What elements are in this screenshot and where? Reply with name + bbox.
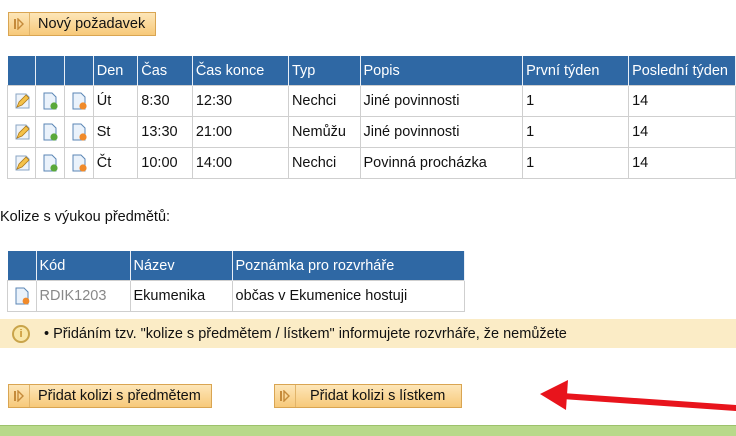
delete-doc-icon-cell[interactable] (64, 147, 94, 179)
new-request-label: Nový požadavek (38, 16, 146, 32)
copy-doc-icon[interactable] (41, 92, 59, 110)
header-cas: Čas (137, 56, 193, 86)
copy-doc-icon-cell[interactable] (35, 85, 66, 117)
copy-doc-icon-cell[interactable] (35, 147, 66, 179)
copy-doc-icon[interactable] (41, 154, 59, 172)
info-icon: i (12, 324, 30, 343)
edit-icon-cell[interactable] (6, 85, 37, 117)
info-bar: i • Přidáním tzv. "kolize s předmětem / … (0, 319, 736, 348)
add-subject-collision-label: Přidat kolizi s předmětem (38, 388, 201, 404)
delete-doc-icon[interactable] (70, 123, 88, 141)
cell-den: St (92, 116, 139, 148)
cell-den: Čt (92, 147, 139, 179)
cell-posledni: 14 (628, 85, 736, 117)
edit-icon[interactable] (13, 92, 31, 110)
cell-cas: 8:30 (137, 85, 193, 117)
add-ticket-collision-button[interactable]: Přidat kolizi s lístkem (274, 384, 463, 408)
cell-cas: 10:00 (137, 147, 193, 179)
cell-konec: 21:00 (191, 116, 289, 148)
cell-cas: 13:30 (137, 116, 193, 148)
edit-icon[interactable] (13, 123, 31, 141)
cell-posledni: 14 (628, 116, 736, 148)
header-prvni-tyden: První týden (522, 56, 630, 86)
collision-heading: Kolize s výukou předmětů: (0, 209, 171, 225)
copy-doc-icon-cell[interactable] (35, 116, 66, 148)
header-nazev: Název (130, 251, 233, 281)
cell-posledni: 14 (628, 147, 736, 179)
cell-popis: Povinná procházka (359, 147, 524, 179)
subjects-table: Kód Název Poznámka pro rozvrháře RDIK120… (7, 251, 465, 312)
edit-icon-cell[interactable] (6, 147, 37, 179)
play-icon (9, 13, 30, 35)
edit-icon-cell[interactable] (6, 116, 37, 148)
cell-prvni: 1 (522, 147, 630, 179)
header-poznamka: Poznámka pro rozvrháře (232, 251, 465, 281)
new-request-button[interactable]: Nový požadavek (8, 12, 157, 36)
header-icon-col (7, 251, 37, 281)
delete-doc-icon[interactable] (70, 92, 88, 110)
row-icon-cell[interactable] (7, 280, 37, 312)
header-icon-col (35, 56, 66, 86)
cell-typ: Nechci (287, 85, 361, 117)
cell-konec: 12:30 (191, 85, 289, 117)
delete-doc-icon-cell[interactable] (64, 85, 94, 117)
requests-header-row: Den Čas Čas konce Typ Popis První týden … (7, 56, 736, 86)
subject-name: Ekumenika (129, 280, 233, 312)
delete-doc-icon[interactable] (70, 154, 88, 172)
subjects-header-row: Kód Název Poznámka pro rozvrháře (7, 251, 465, 281)
cell-popis: Jiné povinnosti (359, 85, 524, 117)
subject-note: občas v Ekumenice hostuji (231, 280, 465, 312)
cell-den: Út (92, 85, 139, 117)
arrow-annotation (540, 380, 736, 411)
cell-prvni: 1 (522, 116, 630, 148)
cell-prvni: 1 (522, 85, 630, 117)
copy-doc-icon[interactable] (41, 123, 59, 141)
header-posledni-tyden: Poslední týden (628, 56, 736, 86)
add-ticket-collision-label: Přidat kolizi s lístkem (310, 388, 446, 404)
play-icon (9, 385, 30, 407)
header-typ: Typ (288, 56, 361, 86)
header-icon-col (7, 56, 37, 86)
table-row: Čt 10:00 14:00 Nechci Povinná procházka 1 14 (6, 147, 736, 179)
table-row: St 13:30 21:00 Nemůžu Jiné povinnosti 1 14 (6, 116, 736, 148)
play-icon (275, 385, 296, 407)
header-popis: Popis (360, 56, 524, 86)
cell-konec: 14:00 (191, 147, 289, 179)
requests-table: Den Čas Čas konce Typ Popis První týden … (6, 56, 736, 179)
header-icon-col (64, 56, 94, 86)
info-text: • Přidáním tzv. "kolize s předmětem / lí… (44, 325, 567, 342)
header-kod: Kód (36, 251, 131, 281)
table-row: RDIK1203 Ekumenika občas v Ekumenice hos… (7, 280, 465, 312)
cell-popis: Jiné povinnosti (359, 116, 524, 148)
subject-code: RDIK1203 (35, 280, 131, 312)
header-cas-konce: Čas konce (192, 56, 289, 86)
header-den: Den (93, 56, 139, 86)
doc-icon[interactable] (14, 287, 30, 305)
success-bar (0, 425, 736, 436)
delete-doc-icon-cell[interactable] (64, 116, 94, 148)
cell-typ: Nechci (287, 147, 361, 179)
cell-typ: Nemůžu (287, 116, 361, 148)
edit-icon[interactable] (13, 154, 31, 172)
add-subject-collision-button[interactable]: Přidat kolizi s předmětem (8, 384, 212, 408)
table-row: Út 8:30 12:30 Nechci Jiné povinnosti 1 14 (6, 85, 736, 117)
